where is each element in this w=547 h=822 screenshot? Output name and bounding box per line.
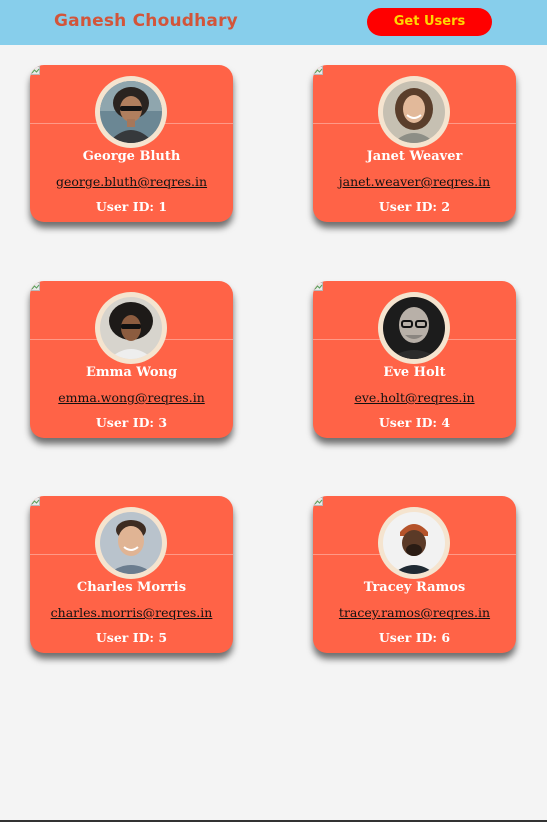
user-email-link[interactable]: janet.weaver@reqres.in xyxy=(313,174,516,189)
avatar-ring xyxy=(378,76,450,148)
broken-image-icon xyxy=(314,497,323,506)
user-card: Charles Morris charles.morris@reqres.in … xyxy=(30,496,233,653)
user-name: George Bluth xyxy=(82,149,181,164)
avatar-ring xyxy=(95,292,167,364)
user-name: Eve Holt xyxy=(383,365,446,380)
user-id: User ID: 4 xyxy=(378,415,451,430)
user-card: Eve Holt eve.holt@reqres.in User ID: 4 xyxy=(313,281,516,438)
get-users-button[interactable]: Get Users xyxy=(367,8,492,36)
user-card: Tracey Ramos tracey.ramos@reqres.in User… xyxy=(313,496,516,653)
avatar xyxy=(100,297,162,359)
user-email-link[interactable]: eve.holt@reqres.in xyxy=(313,390,516,405)
user-id: User ID: 5 xyxy=(95,630,168,645)
broken-image-icon xyxy=(31,282,40,291)
user-name: Tracey Ramos xyxy=(363,580,466,595)
avatar xyxy=(100,81,162,143)
user-id: User ID: 3 xyxy=(95,415,168,430)
user-card: Janet Weaver janet.weaver@reqres.in User… xyxy=(313,65,516,222)
user-id: User ID: 1 xyxy=(95,199,168,214)
user-email-link[interactable]: emma.wong@reqres.in xyxy=(30,390,233,405)
avatar xyxy=(383,81,445,143)
avatar-ring xyxy=(95,507,167,579)
user-card: George Bluth george.bluth@reqres.in User… xyxy=(30,65,233,222)
avatar-ring xyxy=(378,507,450,579)
broken-image-icon xyxy=(31,497,40,506)
user-id: User ID: 6 xyxy=(378,630,451,645)
avatar-ring xyxy=(378,292,450,364)
broken-image-icon xyxy=(314,66,323,75)
avatar xyxy=(100,512,162,574)
avatar-ring xyxy=(95,76,167,148)
broken-image-icon xyxy=(31,66,40,75)
avatar xyxy=(383,297,445,359)
brand-title: Ganesh Choudhary xyxy=(54,11,238,31)
user-email-link[interactable]: tracey.ramos@reqres.in xyxy=(313,605,516,620)
top-navbar: Ganesh Choudhary Get Users xyxy=(0,0,547,45)
user-name: Emma Wong xyxy=(85,365,178,380)
user-name: Janet Weaver xyxy=(366,149,463,164)
user-email-link[interactable]: charles.morris@reqres.in xyxy=(30,605,233,620)
user-card: Emma Wong emma.wong@reqres.in User ID: 3 xyxy=(30,281,233,438)
user-id: User ID: 2 xyxy=(378,199,451,214)
user-name: Charles Morris xyxy=(76,580,187,595)
broken-image-icon xyxy=(314,282,323,291)
user-email-link[interactable]: george.bluth@reqres.in xyxy=(30,174,233,189)
avatar xyxy=(383,512,445,574)
